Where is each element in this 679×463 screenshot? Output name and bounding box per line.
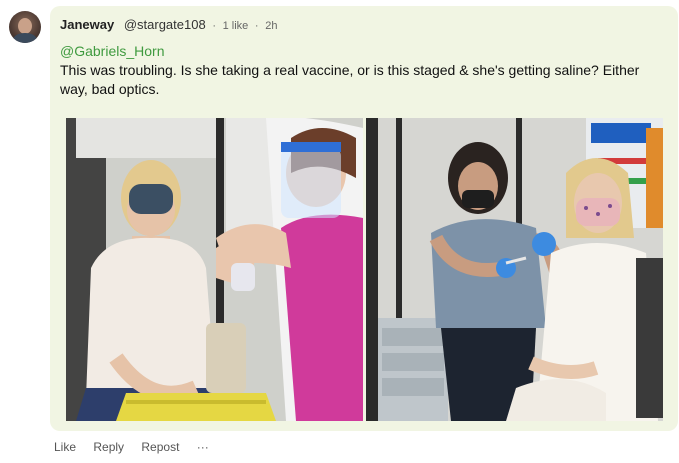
more-icon[interactable]: ··· xyxy=(197,440,209,454)
photo-right-art xyxy=(366,118,663,421)
author-handle[interactable]: @stargate108 xyxy=(124,17,206,32)
mention-link[interactable]: @Gabriels_Horn xyxy=(60,42,164,60)
avatar-shirt xyxy=(13,33,37,43)
reply-button[interactable]: Reply xyxy=(93,440,124,454)
reply-post: Janeway @stargate108 · 1 like · 2h @Gabr… xyxy=(0,0,679,463)
photo-right[interactable] xyxy=(366,118,663,421)
photo-left-art xyxy=(66,118,363,421)
meta-separator-2: · xyxy=(254,20,259,32)
avatar[interactable] xyxy=(9,11,41,43)
post-card: Janeway @stargate108 · 1 like · 2h @Gabr… xyxy=(50,6,678,431)
post-time[interactable]: 2h xyxy=(265,20,277,32)
avatar-face xyxy=(18,18,32,34)
post-body: This was troubling. Is she taking a real… xyxy=(60,62,640,97)
like-button[interactable]: Like xyxy=(54,440,76,454)
photo-left[interactable] xyxy=(66,118,363,421)
post-header: Janeway @stargate108 · 1 like · 2h xyxy=(60,17,277,34)
post-actions: Like Reply Repost ··· xyxy=(54,440,223,454)
author-name[interactable]: Janeway xyxy=(60,17,114,32)
like-count[interactable]: 1 like xyxy=(223,20,249,32)
meta-separator-1: · xyxy=(212,20,216,32)
repost-button[interactable]: Repost xyxy=(141,440,179,454)
